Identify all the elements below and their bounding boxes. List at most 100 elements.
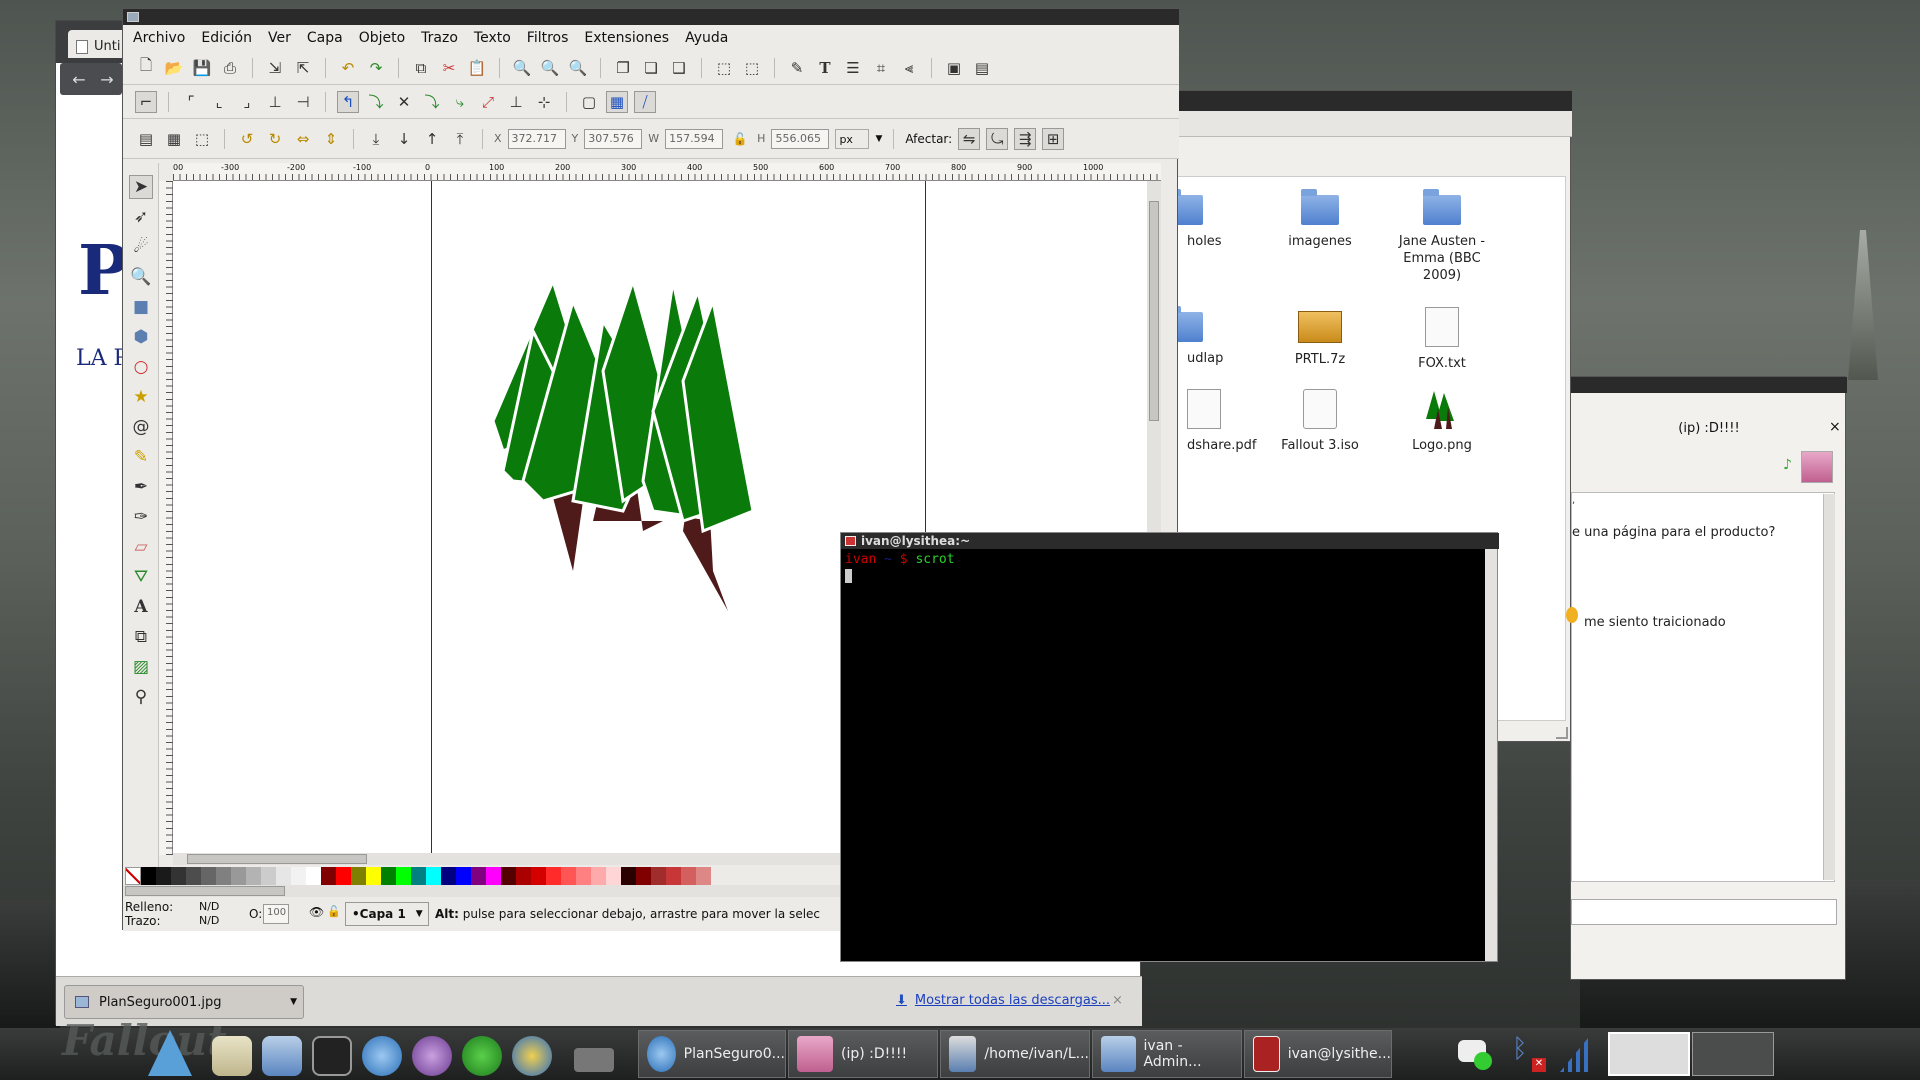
- snap-grid-icon[interactable]: ▦: [606, 90, 628, 113]
- window-menu-icon[interactable]: [127, 12, 139, 22]
- rotate-ccw-icon[interactable]: ↺: [236, 128, 258, 150]
- color-swatch[interactable]: [351, 867, 366, 885]
- align-icon[interactable]: ⫷: [898, 57, 920, 79]
- snap-bbox-center-icon[interactable]: ⊣: [292, 91, 314, 113]
- terminal-scrollbar[interactable]: [1485, 549, 1497, 961]
- snap-center-icon[interactable]: ⊥: [505, 91, 527, 113]
- show-all-downloads-link[interactable]: ⬇ Mostrar todas las descargas...: [896, 993, 1110, 1008]
- save-icon[interactable]: 💾: [191, 57, 213, 79]
- chat-input[interactable]: [1571, 899, 1837, 925]
- download-item[interactable]: PlanSeguro001.jpg ▼: [64, 985, 304, 1019]
- task-home-folder[interactable]: /home/ivan/L...: [940, 1030, 1090, 1078]
- color-swatch[interactable]: [546, 867, 561, 885]
- menu-filtros[interactable]: Filtros: [527, 30, 569, 46]
- file-item[interactable]: Jane Austen - Emma (BBC 2009): [1387, 189, 1497, 284]
- paste-icon[interactable]: 📋: [466, 57, 488, 79]
- color-swatch[interactable]: [156, 867, 171, 885]
- pidgin-launcher-icon[interactable]: [412, 1036, 452, 1076]
- snap-enable-icon[interactable]: ⌐: [135, 90, 157, 113]
- xml-editor-icon[interactable]: ⌗: [870, 57, 892, 79]
- snap-bbox-midpoint-icon[interactable]: ⊥: [264, 91, 286, 113]
- flip-horizontal-icon[interactable]: ⇔: [292, 128, 314, 150]
- spotify-launcher-icon[interactable]: [462, 1036, 502, 1076]
- task-chat[interactable]: (ip) :D!!!!: [788, 1030, 938, 1078]
- chevron-down-icon[interactable]: ▼: [875, 134, 882, 144]
- color-swatch[interactable]: [441, 867, 456, 885]
- snap-bbox-icon[interactable]: ⌜: [180, 91, 202, 113]
- snap-nodes-icon[interactable]: ↰: [337, 90, 359, 113]
- rectangle-tool-icon[interactable]: ■: [129, 295, 153, 319]
- document-properties-icon[interactable]: ▤: [971, 57, 993, 79]
- drive-launcher-icon[interactable]: [574, 1048, 614, 1072]
- snap-page-icon[interactable]: ▢: [578, 91, 600, 113]
- snap-bbox-corner-icon[interactable]: ⌟: [236, 91, 258, 113]
- import-icon[interactable]: ⇲: [264, 57, 286, 79]
- scroll-thumb[interactable]: [187, 854, 367, 864]
- export-icon[interactable]: ⇱: [292, 57, 314, 79]
- h-field[interactable]: 556.065: [771, 128, 830, 149]
- flip-vertical-icon[interactable]: ⇕: [320, 128, 342, 150]
- snap-intersection-icon[interactable]: ✕: [393, 91, 415, 113]
- snap-rotation-icon[interactable]: ⊹: [533, 91, 555, 113]
- color-swatch[interactable]: [411, 867, 426, 885]
- ungroup-icon[interactable]: ⬚: [741, 57, 763, 79]
- file-item[interactable]: FOX.txt: [1387, 307, 1497, 372]
- file-item[interactable]: PRTL.7z: [1265, 307, 1375, 368]
- menu-texto[interactable]: Texto: [474, 30, 511, 46]
- node-tool-icon[interactable]: ➶: [129, 205, 153, 229]
- color-swatch[interactable]: [696, 867, 711, 885]
- text-editor-launcher-icon[interactable]: [212, 1036, 252, 1076]
- zoom-drawing-icon[interactable]: 🔍: [539, 57, 561, 79]
- menu-ayuda[interactable]: Ayuda: [685, 30, 728, 46]
- home-folder-launcher-icon[interactable]: [262, 1036, 302, 1076]
- tweak-tool-icon[interactable]: ☄: [129, 235, 153, 259]
- color-swatch[interactable]: [231, 867, 246, 885]
- color-swatch[interactable]: [606, 867, 621, 885]
- cut-icon[interactable]: ✂: [438, 57, 460, 79]
- no-paint-swatch[interactable]: [125, 867, 141, 885]
- color-swatch[interactable]: [501, 867, 516, 885]
- color-swatch[interactable]: [516, 867, 531, 885]
- pen-tool-icon[interactable]: ✒: [129, 475, 153, 499]
- bucket-fill-tool-icon[interactable]: ⛛: [129, 565, 153, 589]
- layer-select[interactable]: •Capa 1 ▼: [345, 902, 429, 926]
- color-swatch[interactable]: [621, 867, 636, 885]
- color-swatch[interactable]: [591, 867, 606, 885]
- back-arrow-icon[interactable]: ←: [66, 70, 92, 89]
- menu-ver[interactable]: Ver: [268, 30, 291, 46]
- color-swatch[interactable]: [291, 867, 306, 885]
- menu-archivo[interactable]: Archivo: [133, 30, 185, 46]
- rotate-cw-icon[interactable]: ↻: [264, 128, 286, 150]
- color-swatch[interactable]: [186, 867, 201, 885]
- layer-lock-icon[interactable]: 🔓: [327, 905, 341, 918]
- preferences-icon[interactable]: ▣: [943, 57, 965, 79]
- terminal-output[interactable]: ivan ~ $ scrot: [841, 549, 1485, 961]
- workspace-2[interactable]: [1692, 1032, 1774, 1076]
- connector-tool-icon[interactable]: ⧉: [129, 625, 153, 649]
- zoom-tool-icon[interactable]: 🔍: [129, 265, 153, 289]
- copy-icon[interactable]: ⧉: [410, 57, 432, 79]
- undo-icon[interactable]: ↶: [337, 57, 359, 79]
- color-swatch[interactable]: [681, 867, 696, 885]
- eraser-tool-icon[interactable]: ▱: [129, 535, 153, 559]
- star-tool-icon[interactable]: ★: [129, 385, 153, 409]
- menu-objeto[interactable]: Objeto: [359, 30, 405, 46]
- bluetooth-icon[interactable]: ᛒ: [1512, 1034, 1528, 1064]
- calligraphy-tool-icon[interactable]: ✑: [129, 505, 153, 529]
- color-swatch[interactable]: [336, 867, 351, 885]
- spiral-tool-icon[interactable]: @: [129, 415, 153, 439]
- file-item[interactable]: Fallout 3.iso: [1265, 389, 1375, 454]
- task-file-manager[interactable]: ivan - Admin...: [1092, 1030, 1242, 1078]
- zoom-selection-icon[interactable]: 🔍: [511, 57, 533, 79]
- unlink-clone-icon[interactable]: ❑: [668, 57, 690, 79]
- 3dbox-tool-icon[interactable]: ⬢: [129, 325, 153, 349]
- snap-midpoint-icon[interactable]: ⤢: [477, 91, 499, 113]
- redo-icon[interactable]: ↷: [365, 57, 387, 79]
- visibility-eye-icon[interactable]: 👁: [309, 905, 324, 919]
- windows-vm-launcher-icon[interactable]: [512, 1036, 552, 1076]
- dropdown-arrow-icon[interactable]: ▼: [290, 997, 297, 1007]
- task-planseguro[interactable]: PlanSeguro0...: [638, 1030, 786, 1078]
- selector-tool-icon[interactable]: ➤: [129, 175, 153, 199]
- color-swatch[interactable]: [171, 867, 186, 885]
- scale-stroke-icon[interactable]: ⇋: [958, 127, 981, 150]
